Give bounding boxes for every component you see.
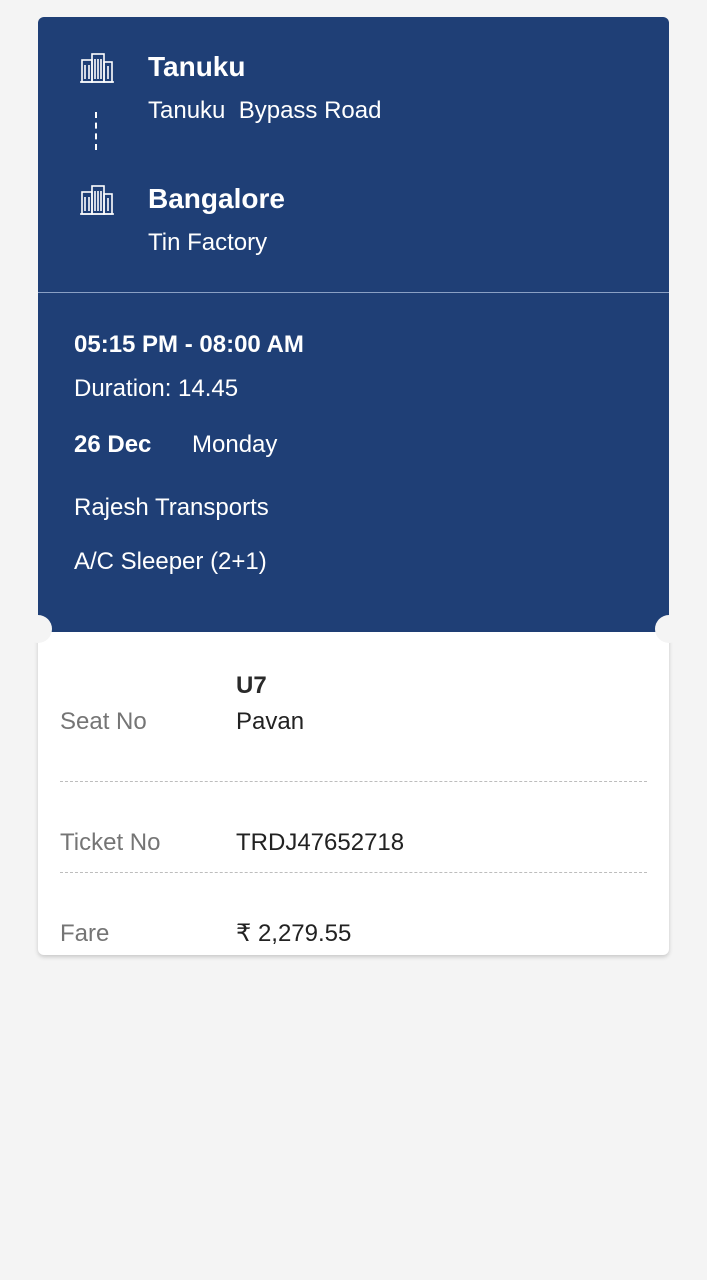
journey-panel: Tanuku Tanuku Bypass Road Bangalore Tin …: [38, 17, 669, 632]
route-connector: [95, 112, 97, 150]
ticket-card: Tanuku Tanuku Bypass Road Bangalore Tin …: [24, 17, 683, 955]
divider: [60, 872, 647, 873]
divider: [38, 292, 669, 293]
fare-label: Fare: [60, 920, 110, 947]
ticket-number: TRDJ47652718: [236, 829, 405, 856]
journey-date: 26 Dec: [74, 431, 152, 458]
ticket-details-panel: Seat No U7 Pavan Ticket No TRDJ47652718 …: [38, 632, 669, 955]
destination-city: Bangalore: [148, 183, 285, 214]
fare-value: ₹ 2,279.55: [236, 920, 352, 947]
journey-duration: Duration: 14.45: [74, 375, 239, 402]
bus-operator: Rajesh Transports: [74, 494, 269, 521]
origin-boarding-point: Tanuku Bypass Road: [148, 97, 382, 124]
seat-label: Seat No: [60, 708, 147, 735]
ticket-notch-right: [655, 615, 683, 643]
ticket-notch-left: [24, 615, 52, 643]
bus-type: A/C Sleeper (2+1): [74, 548, 267, 575]
building-icon: [80, 52, 114, 84]
ticket-label: Ticket No: [60, 829, 161, 856]
origin-city: Tanuku: [148, 51, 246, 82]
building-icon: [80, 184, 114, 216]
passenger-name: Pavan: [236, 708, 305, 735]
destination-dropping-point: Tin Factory: [148, 229, 268, 256]
divider: [60, 781, 647, 782]
journey-time-range: 05:15 PM - 08:00 AM: [74, 331, 304, 358]
seat-number: U7: [236, 672, 267, 699]
journey-day: Monday: [192, 431, 278, 458]
